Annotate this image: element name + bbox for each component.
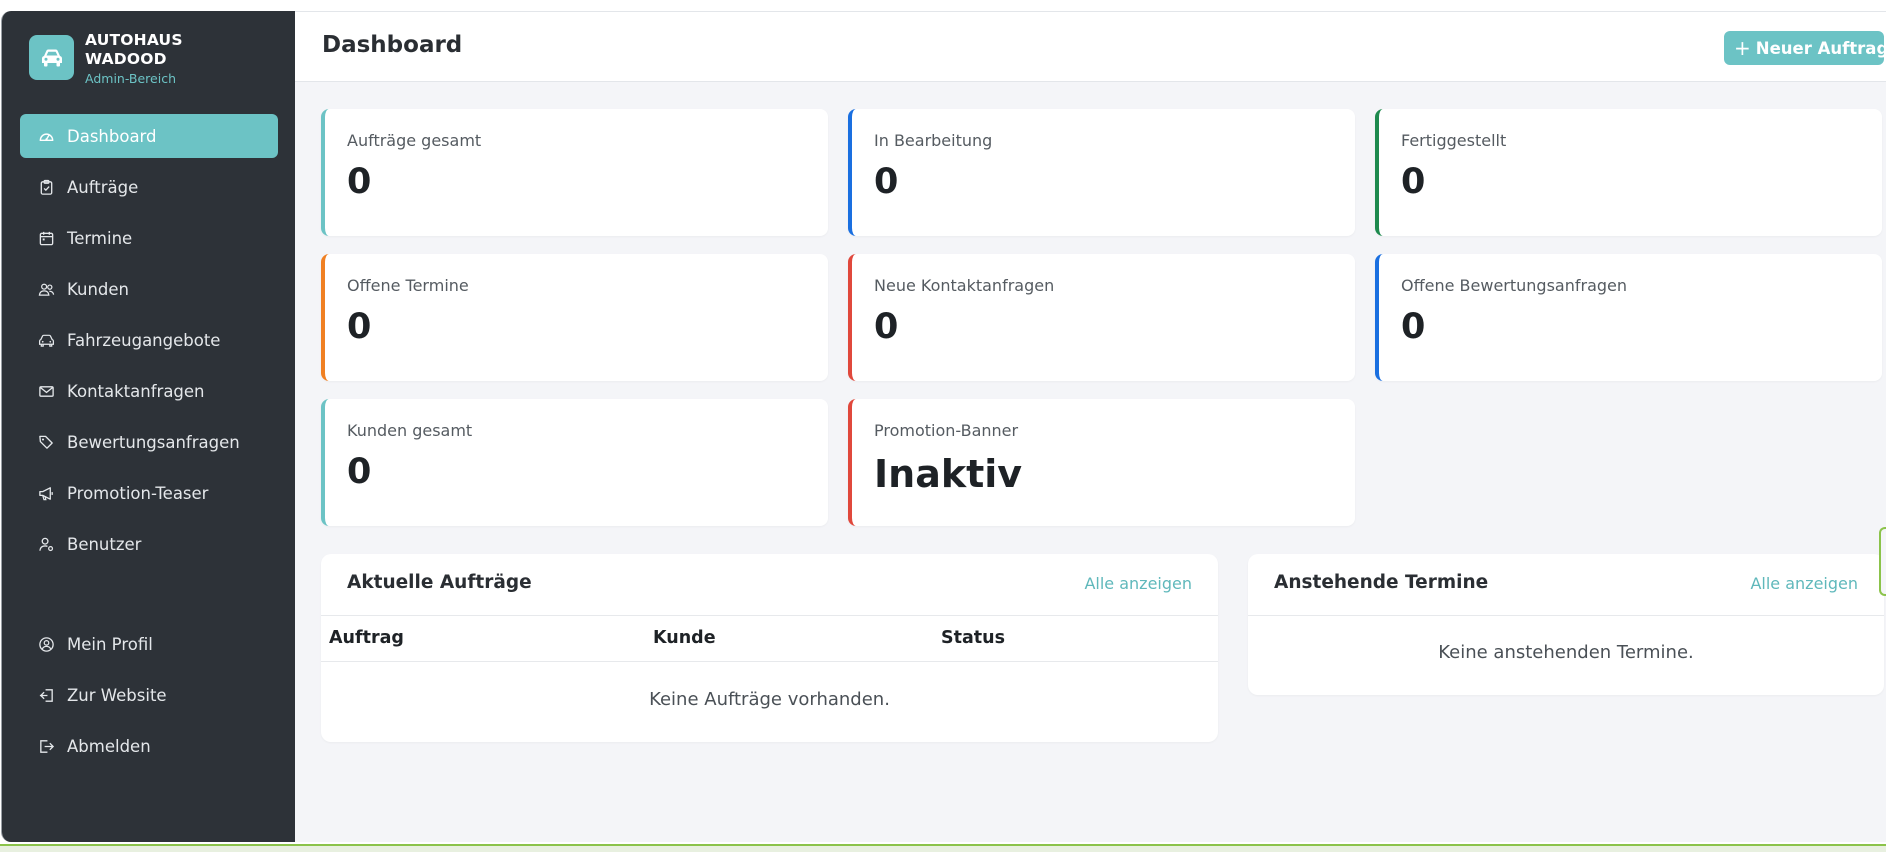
sidebar-item-label: Benutzer (67, 534, 142, 554)
panel-header: Anstehende Termine Alle anzeigen (1248, 554, 1884, 616)
column-header-customer[interactable]: Kunde (653, 628, 716, 648)
stat-card-new-contact-requests: Neue Kontaktanfragen 0 (848, 254, 1355, 381)
stat-card-open-appointments: Offene Termine 0 (321, 254, 828, 381)
stat-value: 0 (1401, 307, 1426, 347)
tags-icon (37, 433, 55, 451)
user-circle-icon (37, 635, 55, 653)
sidebar-item-benutzer[interactable]: Benutzer (20, 522, 278, 566)
sidebar-item-abmelden[interactable]: Abmelden (20, 724, 278, 768)
clipboard-icon (37, 178, 55, 196)
stat-card-completed: Fertiggestellt 0 (1375, 109, 1882, 236)
stat-label: In Bearbeitung (874, 131, 993, 150)
sidebar-item-label: Bewertungsanfragen (67, 432, 240, 452)
stat-card-customers-total: Kunden gesamt 0 (321, 399, 828, 526)
stat-label: Promotion-Banner (874, 421, 1019, 440)
sidebar-item-label: Zur Website (67, 685, 167, 705)
sidebar-account-nav: Mein Profil Zur Website Abmelden (20, 622, 278, 775)
upcoming-appointments-panel: Anstehende Termine Alle anzeigen Keine a… (1248, 554, 1884, 695)
stat-card-orders-total: Aufträge gesamt 0 (321, 109, 828, 236)
sidebar-item-label: Aufträge (67, 177, 139, 197)
megaphone-icon (37, 484, 55, 502)
stat-card-in-progress: In Bearbeitung 0 (848, 109, 1355, 236)
stat-value: 0 (347, 162, 372, 202)
stat-label: Kunden gesamt (347, 421, 473, 440)
stat-value: 0 (874, 307, 899, 347)
stat-card-open-review-requests: Offene Bewertungsanfragen 0 (1375, 254, 1882, 381)
stat-value: 0 (347, 307, 372, 347)
panel-title: Aktuelle Aufträge (347, 572, 532, 593)
panel-header: Aktuelle Aufträge Alle anzeigen (321, 554, 1218, 616)
column-header-order[interactable]: Auftrag (329, 628, 404, 648)
calendar-icon (37, 229, 55, 247)
bottom-edge-bar (0, 844, 1886, 852)
sidebar-item-label: Kunden (67, 279, 129, 299)
stat-value: 0 (1401, 162, 1426, 202)
sidebar-item-zur-website[interactable]: Zur Website (20, 673, 278, 717)
sidebar-item-mein-profil[interactable]: Mein Profil (20, 622, 278, 666)
sidebar: AUTOHAUS WADOOD Admin-Bereich Dashboard … (2, 11, 295, 842)
sidebar-item-fahrzeugangebote[interactable]: Fahrzeugangebote (20, 318, 278, 362)
brand-subtitle: Admin-Bereich (85, 71, 176, 86)
sidebar-nav: Dashboard Aufträge Termine Kunden Fahrze… (20, 114, 278, 573)
stat-label: Offene Bewertungsanfragen (1401, 276, 1628, 295)
stat-value: Inaktiv (874, 452, 1023, 496)
recent-orders-panel: Aktuelle Aufträge Alle anzeigen Auftrag … (321, 554, 1218, 742)
brand[interactable]: AUTOHAUS WADOOD Admin-Bereich (29, 31, 205, 86)
envelope-icon (37, 382, 55, 400)
empty-appointments-message: Keine anstehenden Termine. (1438, 642, 1694, 663)
panel-title: Anstehende Termine (1274, 572, 1489, 593)
new-order-button[interactable]: + Neuer Auftrag (1724, 31, 1886, 65)
main-content: Dashboard + Neuer Auftrag Aufträge gesam… (295, 11, 1886, 842)
car-icon (37, 331, 55, 349)
show-all-appointments-link[interactable]: Alle anzeigen (1750, 574, 1858, 593)
car-icon (29, 35, 74, 80)
sign-out-icon (37, 737, 55, 755)
sidebar-item-label: Termine (67, 228, 133, 248)
stat-value: 0 (874, 162, 899, 202)
sidebar-item-label: Mein Profil (67, 634, 153, 654)
sidebar-item-kunden[interactable]: Kunden (20, 267, 278, 311)
sidebar-item-kontaktanfragen[interactable]: Kontaktanfragen (20, 369, 278, 413)
sidebar-item-auftraege[interactable]: Aufträge (20, 165, 278, 209)
stat-label: Neue Kontaktanfragen (874, 276, 1055, 295)
topbar: Dashboard + Neuer Auftrag (295, 11, 1886, 82)
stat-card-promotion-banner: Promotion-Banner Inaktiv (848, 399, 1355, 526)
sidebar-item-label: Abmelden (67, 736, 151, 756)
sidebar-item-label: Kontaktanfragen (67, 381, 205, 401)
stat-label: Fertiggestellt (1401, 131, 1507, 150)
table-header: Auftrag Kunde Status (321, 616, 1218, 662)
sidebar-item-dashboard[interactable]: Dashboard (20, 114, 278, 158)
new-order-button-label: Neuer Auftrag (1755, 38, 1886, 58)
sidebar-item-label: Fahrzeugangebote (67, 330, 221, 350)
page-title: Dashboard (322, 32, 463, 58)
sidebar-item-termine[interactable]: Termine (20, 216, 278, 260)
sidebar-item-promotion-teaser[interactable]: Promotion-Teaser (20, 471, 278, 515)
sidebar-item-label: Promotion-Teaser (67, 483, 209, 503)
show-all-orders-link[interactable]: Alle anzeigen (1084, 574, 1192, 593)
sidebar-item-label: Dashboard (67, 126, 157, 146)
column-header-status[interactable]: Status (941, 628, 1005, 648)
stat-label: Offene Termine (347, 276, 469, 295)
resize-handle[interactable] (1879, 527, 1886, 596)
dashboard-icon (37, 127, 55, 145)
empty-orders-message: Keine Aufträge vorhanden. (649, 689, 890, 710)
brand-name: AUTOHAUS WADOOD (85, 31, 183, 68)
user-gear-icon (37, 535, 55, 553)
users-icon (37, 280, 55, 298)
app-window: AUTOHAUS WADOOD Admin-Bereich Dashboard … (1, 11, 1886, 842)
stat-label: Aufträge gesamt (347, 131, 482, 150)
plus-icon: + (1734, 36, 1751, 60)
sidebar-item-bewertungsanfragen[interactable]: Bewertungsanfragen (20, 420, 278, 464)
sign-in-icon (37, 686, 55, 704)
stat-value: 0 (347, 452, 372, 492)
